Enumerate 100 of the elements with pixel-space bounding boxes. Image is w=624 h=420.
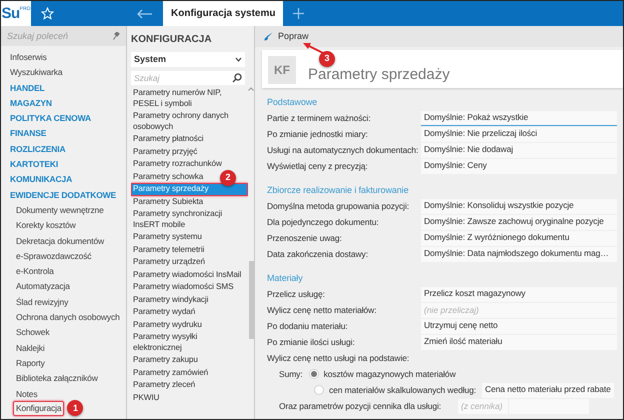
settings-list-item[interactable]: Parametry przyjęć	[131, 146, 200, 158]
caret-icon	[235, 57, 242, 62]
field-label: Wylicz cenę netto usługi na podstawie:	[267, 352, 410, 364]
nav-link[interactable]: Ochrona danych osobowych	[13, 310, 123, 326]
value-field[interactable]: (z cennika)	[458, 398, 508, 414]
nav-link[interactable]: e-Sprawozdawczość	[13, 248, 94, 264]
settings-list-item[interactable]: Parametry systemu	[131, 231, 204, 244]
logo-text: Su	[1, 6, 20, 21]
nav-category[interactable]: FINANSE	[7, 126, 50, 142]
field-label: Wylicz cenę netto materiałów:	[267, 304, 378, 316]
option-label: kosztów magazynowych materiałów	[324, 368, 456, 380]
field-label: Usługi na automatycznych dokumentach:	[267, 144, 420, 156]
settings-list-item[interactable]: Parametry wiadomości SMS	[131, 281, 236, 294]
panel-title: KONFIGURACJA	[131, 33, 213, 47]
settings-list-item[interactable]: Parametry sprzedaży	[131, 183, 248, 196]
nav-link[interactable]: Infoserwis	[7, 50, 50, 66]
nav-link[interactable]: Schowek	[13, 325, 52, 341]
field-label: Data zakończenia dostawy:	[267, 248, 369, 260]
radio-button[interactable]	[314, 385, 324, 395]
nav-link[interactable]: Konfiguracja	[13, 400, 64, 416]
settings-list-item[interactable]: Parametry zamówień	[131, 366, 210, 379]
settings-list-item[interactable]: Parametry Subiekta	[131, 196, 206, 208]
settings-list-item[interactable]: Parametry windykacji	[131, 294, 210, 306]
option-label: cen materiałów skalkulowanych według:	[329, 384, 476, 396]
settings-list-item[interactable]: Parametry wydań	[131, 306, 198, 318]
scrollbar-thumb[interactable]	[248, 261, 254, 339]
field-label: Partie z terminem ważności:	[267, 112, 372, 124]
nav-link[interactable]: Notes	[13, 386, 40, 402]
pin-icon[interactable]	[113, 32, 120, 40]
back-arrow-icon[interactable]	[137, 8, 153, 18]
field-label: Wyświetlaj ceny z precyzją:	[267, 160, 369, 172]
settings-list-item[interactable]: Parametry telemetrii	[131, 244, 206, 256]
value-field[interactable]: Zmień ilość materiału	[421, 334, 617, 350]
nav-link[interactable]: Korekty kosztów	[13, 218, 79, 234]
field-label: Domyślna metoda grupowania pozycji:	[267, 200, 410, 212]
tab-title[interactable]: Konfiguracja systemu	[163, 1, 284, 26]
nav-category[interactable]: KARTOTEKI	[7, 157, 62, 172]
initials-avatar: KF	[268, 56, 296, 84]
search-icon[interactable]	[232, 73, 242, 83]
nav-link[interactable]: Ślad rewizyjny	[13, 294, 72, 310]
search-field[interactable]: Szukaj	[131, 71, 245, 85]
section-heading: Materiały	[267, 272, 304, 285]
value-field[interactable]: Domyślnie: Nie przeliczaj ilości	[421, 126, 617, 142]
field-label: Po zmianie ilości usługi:	[267, 336, 356, 348]
nav-link[interactable]: Automatyzacja	[13, 279, 73, 295]
settings-list-item[interactable]: Parametry ochrony danych osobowych	[131, 110, 248, 133]
settings-list-item[interactable]: Parametry płatności	[131, 133, 206, 146]
brush-icon	[264, 32, 273, 41]
value-field[interactable]: (nie przeliczaj)	[421, 302, 617, 318]
plus-icon[interactable]	[293, 8, 304, 19]
value-field[interactable]: Domyślnie: Ceny	[421, 158, 617, 174]
settings-list-item[interactable]: Parametry urządzeń	[131, 256, 207, 268]
nav-link[interactable]: Dekretacja dokumentów	[13, 234, 108, 249]
nav-category[interactable]: HANDEL	[7, 80, 48, 96]
category-dropdown[interactable]: System	[131, 52, 245, 67]
nav-link[interactable]: e-Kontrola	[13, 264, 57, 280]
star-icon[interactable]	[41, 7, 54, 20]
scroll-up-icon[interactable]	[248, 87, 254, 91]
value-field[interactable]: Utrzymuj cenę netto	[421, 318, 617, 334]
nav-category[interactable]: MAGAZYN	[7, 96, 55, 112]
field-label: Po zmianie jednostki miary:	[267, 128, 369, 140]
field-label: Sumy:	[279, 368, 303, 380]
edit-button[interactable]: Popraw	[261, 28, 312, 44]
value-field[interactable]: Domyślnie: Z wyróżnionego dokumentu	[421, 230, 617, 246]
field-label: Przelicz usługę:	[267, 288, 326, 300]
page-title: Parametry sprzedaży	[308, 66, 450, 84]
value-field[interactable]: Domyślnie: Konsoliduj wszystkie pozycje	[421, 198, 617, 214]
settings-list-item[interactable]: Parametry synchronizacji InsERT mobile	[131, 208, 248, 231]
value-field[interactable]: Domyślnie: Zawsze zachowuj oryginalne pozycje	[421, 214, 617, 230]
nav-link[interactable]: Naklejki	[13, 340, 48, 356]
section-heading: Podstawowe	[267, 96, 318, 109]
settings-list-item[interactable]: Parametry zakupu	[131, 354, 200, 366]
callout-badge: 1	[67, 400, 84, 416]
value-field[interactable]: Przelicz koszt magazynowy	[421, 286, 617, 302]
nav-link[interactable]: Dokumenty wewnętrzne	[13, 202, 107, 218]
nav-category[interactable]: KOMUNIKACJA	[7, 172, 76, 188]
nav-category[interactable]: ROZLICZENIA	[7, 142, 68, 158]
callout-badge: 2	[220, 170, 236, 186]
radio-button[interactable]	[308, 369, 319, 379]
settings-list-item[interactable]: Parametry numerów NIP, PESEL i symboli	[131, 87, 248, 110]
settings-list-item[interactable]: PKWIU	[131, 392, 162, 404]
nav-link[interactable]: Biblioteka załączników	[13, 371, 101, 387]
field-label: Przenoszenie uwag:	[267, 232, 343, 244]
settings-list-item[interactable]: Parametry wysyłki elektronicznej	[131, 331, 248, 354]
settings-list-item[interactable]: Parametry wydruku	[131, 318, 204, 331]
settings-list-item[interactable]: Parametry rozrachunków	[131, 158, 224, 170]
value-field[interactable]: Domyślnie: Data najmłodszego dokumentu mag…	[421, 246, 617, 262]
value-field[interactable]: Domyślnie: Pokaż wszystkie	[421, 110, 617, 126]
nav-link[interactable]: Wyszukiwarka	[7, 65, 66, 81]
nav-link[interactable]: Raporty	[13, 356, 48, 372]
value-field[interactable]: Domyślnie: Nie dodawaj	[421, 142, 617, 158]
field-label: Dla pojedynczego dokumentu:	[267, 216, 380, 228]
field-label: Po dodaniu materiału:	[267, 320, 349, 332]
value-field[interactable]: Cena netto materiału przed rabate	[482, 382, 614, 398]
settings-list-item[interactable]: Parametry wiadomości InsMail	[131, 268, 244, 281]
settings-list-item[interactable]: Parametry schowka	[131, 170, 206, 183]
section-heading: Zbiorcze realizowanie i fakturowanie	[267, 184, 410, 197]
settings-list-item[interactable]: Parametry zleceń	[131, 379, 198, 392]
nav-category[interactable]: POLITYKA CENOWA	[7, 111, 94, 126]
nav-category[interactable]: EWIDENCJE DODATKOWE	[7, 188, 120, 203]
